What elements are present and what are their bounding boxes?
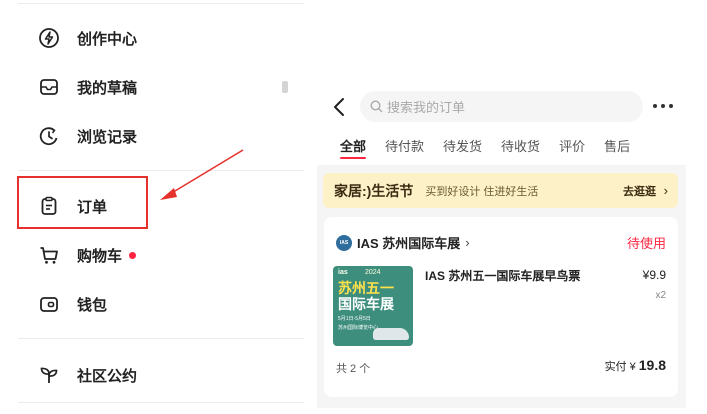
amount-paid: 实付 ¥19.8 [605, 357, 666, 374]
clock-icon [38, 125, 60, 147]
menu-item-wallet[interactable]: 钱包 [38, 289, 107, 319]
notification-dot [129, 251, 137, 259]
product-image[interactable]: ias 2024 苏州五一 国际车展 5月1日-5月5日 苏州国际博览中心 [333, 266, 413, 346]
thumb-line: 国际车展 [338, 296, 394, 312]
thumb-date: 5月1日-5月5日 [338, 316, 371, 322]
orders-page: 搜索我的订单 全部 待付款 待发货 待收货 评价 售后 家居:)生活节 买到好设… [317, 78, 686, 408]
cart-icon [38, 244, 60, 266]
banner-title: 家居:)生活节 [334, 182, 414, 199]
more-icon[interactable] [653, 104, 673, 108]
order-search-input[interactable]: 搜索我的订单 [360, 91, 643, 122]
thumb-headline: 苏州五一 国际车展 [338, 280, 394, 312]
product-price: ¥9.9 [642, 268, 666, 282]
tab-pending-receipt[interactable]: 待收货 [501, 136, 540, 162]
item-count: 共 2 个 [336, 363, 371, 375]
search-placeholder: 搜索我的订单 [387, 100, 466, 115]
tab-pending-shipment[interactable]: 待发货 [443, 136, 482, 162]
tab-all[interactable]: 全部 [340, 136, 367, 162]
orders-highlight-box [17, 176, 148, 229]
menu-label: 创作中心 [77, 30, 138, 48]
chevron-right-icon: › [663, 183, 668, 198]
scroll-indicator [282, 81, 288, 93]
thumb-venue: 苏州国际博览中心 [338, 325, 379, 331]
thumb-year: 2024 [365, 269, 381, 276]
product-title[interactable]: IAS 苏州五一国际车展早鸟票 [425, 267, 580, 284]
order-status: 待使用 [626, 236, 666, 251]
banner-link[interactable]: 去逛逛 [623, 183, 656, 199]
thumb-brand: ias [338, 269, 348, 276]
order-card[interactable]: IAS IAS 苏州国际车展 › 待使用 ias 2024 苏州五一 国际车展 … [324, 217, 678, 397]
product-quantity: x2 [655, 290, 666, 301]
search-icon [370, 100, 383, 113]
sprout-icon [38, 364, 60, 386]
tab-review[interactable]: 评价 [559, 136, 585, 162]
menu-item-community-rules[interactable]: 社区公约 [38, 360, 137, 390]
menu-item-creator-center[interactable]: 创作中心 [38, 23, 137, 53]
order-tabs: 全部 待付款 待发货 待收货 评价 售后 [340, 136, 649, 162]
menu-label: 钱包 [77, 296, 108, 314]
menu-divider [18, 170, 304, 171]
inbox-icon [38, 76, 60, 98]
paid-value: 19.8 [638, 357, 666, 373]
car-graphic [373, 328, 409, 340]
menu-divider [18, 3, 304, 4]
menu-item-history[interactable]: 浏览记录 [38, 121, 137, 151]
tab-after-sales[interactable]: 售后 [604, 136, 630, 162]
menu-item-drafts[interactable]: 我的草稿 [38, 72, 137, 102]
menu-divider [18, 402, 304, 403]
menu-item-cart[interactable]: 购物车 [38, 240, 137, 270]
shop-name: IAS 苏州国际车展 [357, 236, 461, 251]
menu-label: 社区公约 [77, 367, 138, 385]
paid-label: 实付 ¥ [604, 361, 636, 373]
banner-subtitle: 买到好设计 住进好生活 [425, 185, 539, 198]
promo-banner[interactable]: 家居:)生活节 买到好设计 住进好生活 去逛逛 › [323, 173, 678, 208]
thumb-line: 苏州五一 [338, 280, 394, 296]
back-icon[interactable] [332, 96, 346, 118]
menu-divider [18, 338, 304, 339]
chevron-right-icon: › [465, 235, 470, 250]
wallet-icon [38, 293, 60, 315]
lightning-icon [38, 27, 60, 49]
shop-logo: IAS [336, 234, 352, 251]
menu-label: 浏览记录 [77, 128, 138, 146]
tab-pending-payment[interactable]: 待付款 [385, 136, 424, 162]
orders-header: 搜索我的订单 全部 待付款 待发货 待收货 评价 售后 [317, 78, 686, 165]
shop-link[interactable]: IAS IAS 苏州国际车展 › [336, 233, 470, 252]
menu-label: 购物车 [77, 247, 123, 265]
menu-label: 我的草稿 [77, 79, 138, 97]
